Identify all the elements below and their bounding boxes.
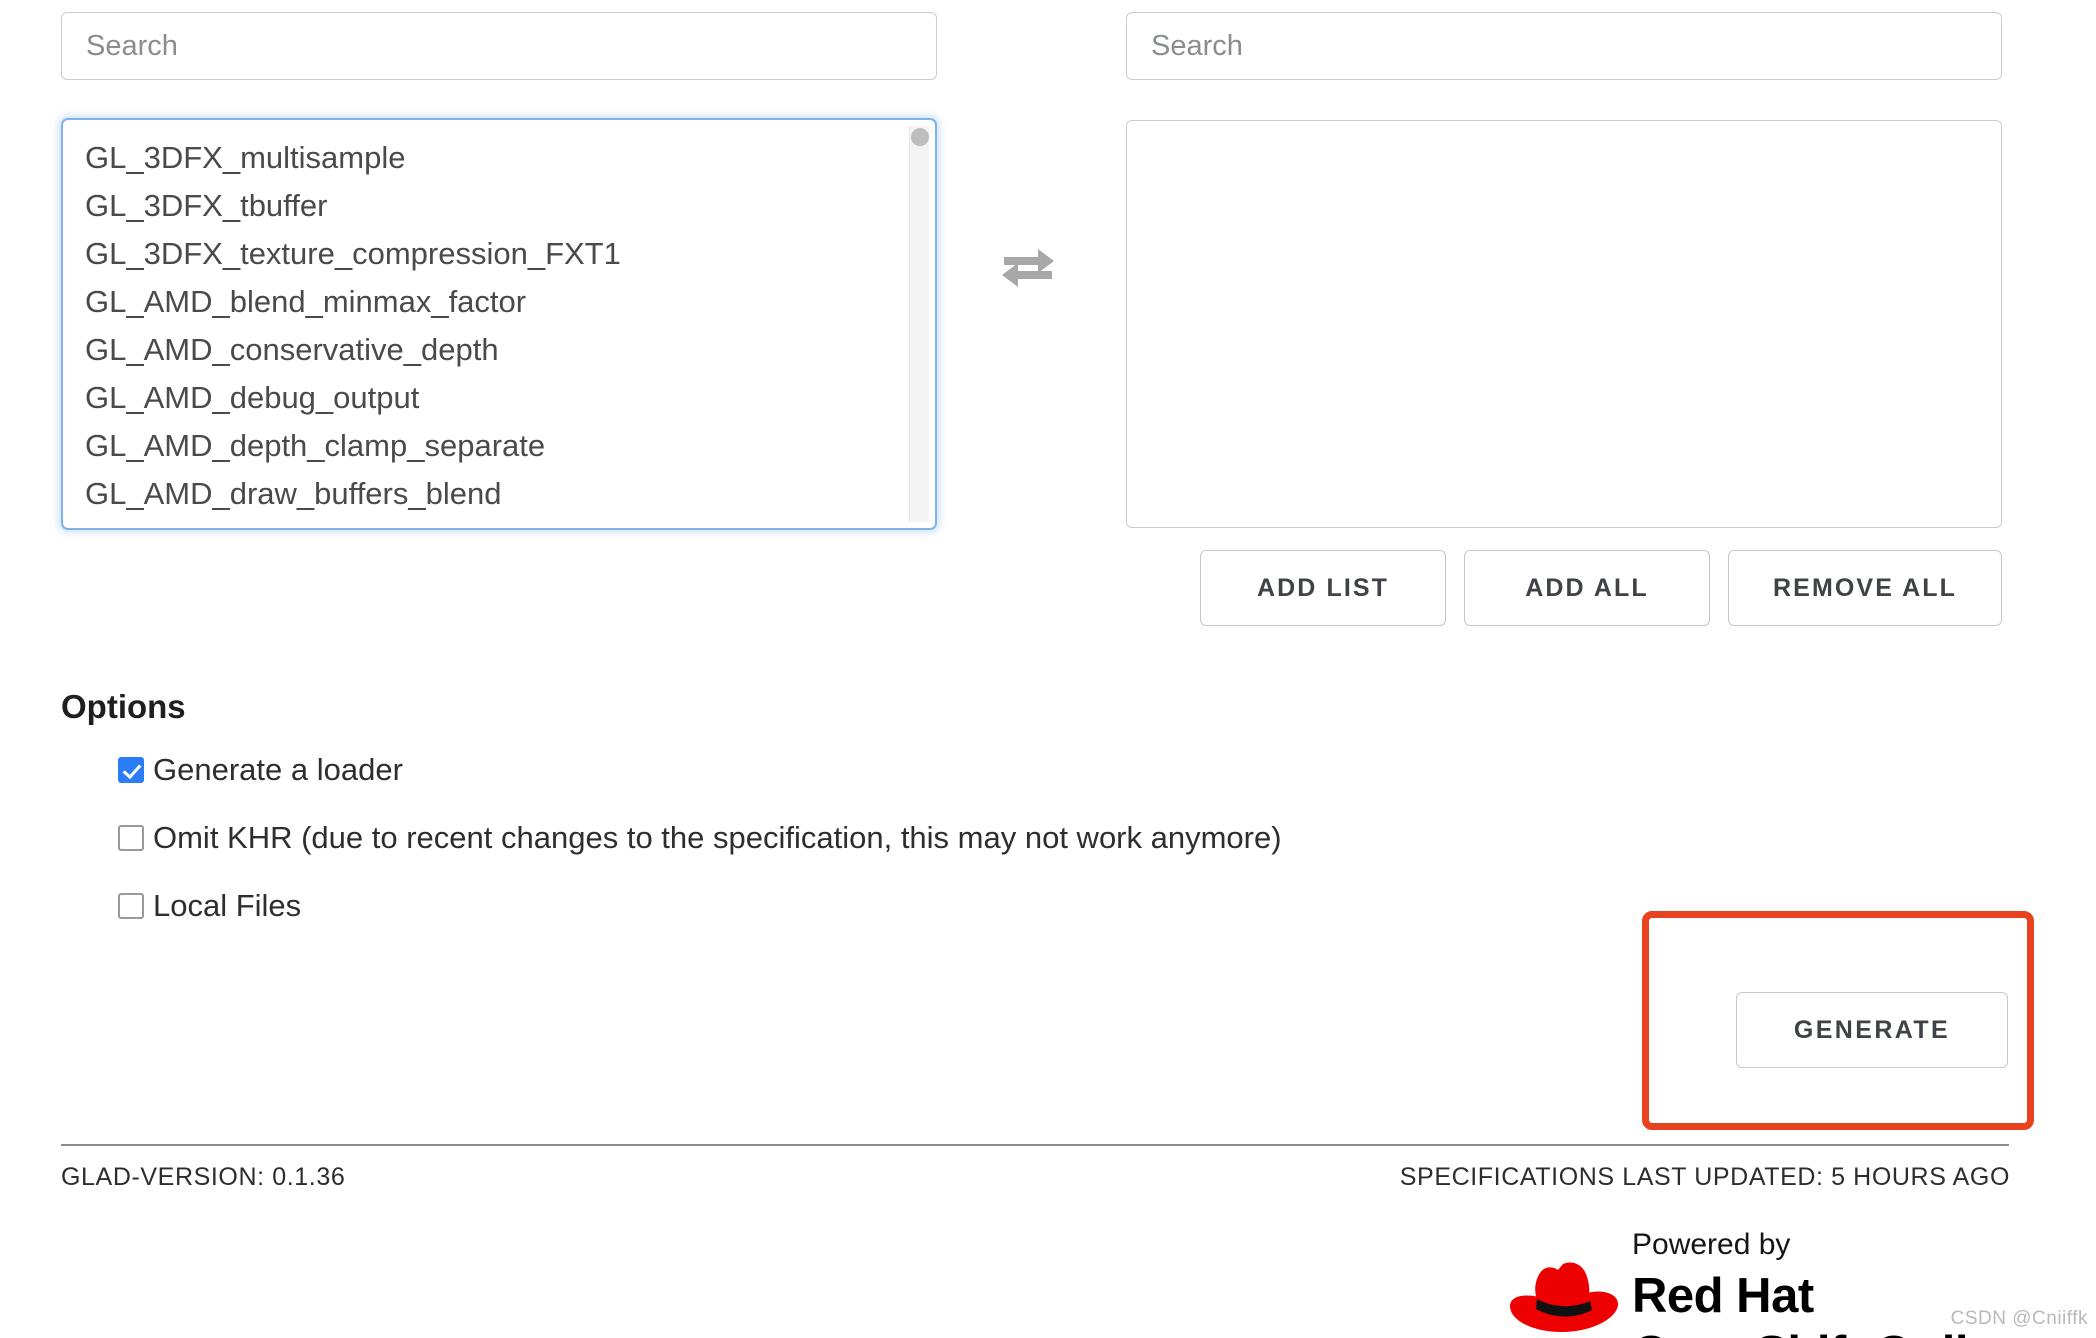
checkbox-generate-a-loader[interactable] <box>118 757 144 783</box>
option-generate-a-loader[interactable]: Generate a loader <box>118 752 403 788</box>
powered-by-label: Powered by <box>1632 1228 1791 1261</box>
list-item[interactable]: GL_3DFX_multisample <box>63 134 935 182</box>
add-all-button[interactable]: ADD ALL <box>1464 550 1710 626</box>
list-item[interactable]: GL_AMD_conservative_depth <box>63 326 935 374</box>
list-item[interactable]: GL_AMD_blend_minmax_factor <box>63 278 935 326</box>
selected-extensions-box[interactable] <box>1126 120 2002 528</box>
transfer-button-row: ADD LIST ADD ALL REMOVE ALL <box>1126 550 2002 626</box>
options-heading: Options <box>61 688 186 725</box>
red-hat-fedora-logo-icon <box>1500 1258 1626 1338</box>
extensions-list[interactable]: GL_3DFX_multisample GL_3DFX_tbuffer GL_3… <box>63 120 935 528</box>
option-label: Generate a loader <box>153 752 403 787</box>
glad-version-label: GLAD-VERSION: 0.1.36 <box>61 1163 346 1191</box>
glad-generator-page: GL_3DFX_multisample GL_3DFX_tbuffer GL_3… <box>0 0 2096 1338</box>
list-scrollbar[interactable] <box>909 126 929 522</box>
checkbox-local-files[interactable] <box>118 893 144 919</box>
list-item[interactable]: GL_AMD_framebuffer_multisample_advanced <box>63 518 935 528</box>
list-item[interactable]: GL_AMD_depth_clamp_separate <box>63 422 935 470</box>
specs-updated-label: SPECIFICATIONS LAST UPDATED: 5 HOURS AGO <box>1399 1163 2010 1191</box>
list-item[interactable]: GL_AMD_debug_output <box>63 374 935 422</box>
option-omit-khr[interactable]: Omit KHR (due to recent changes to the s… <box>118 820 1282 856</box>
option-local-files[interactable]: Local Files <box>118 888 301 924</box>
red-hat-wordmark: Red Hat <box>1632 1269 1814 1323</box>
list-item[interactable]: GL_3DFX_texture_compression_FXT1 <box>63 230 935 278</box>
search-input-extensions[interactable] <box>61 12 937 80</box>
exchange-arrows-icon <box>1000 245 1056 291</box>
option-label: Local Files <box>153 888 302 923</box>
add-list-button[interactable]: ADD LIST <box>1200 550 1446 626</box>
list-item[interactable]: GL_AMD_draw_buffers_blend <box>63 470 935 518</box>
extensions-list-box[interactable]: GL_3DFX_multisample GL_3DFX_tbuffer GL_3… <box>61 118 937 530</box>
csdn-watermark: CSDN @Cniiffk <box>1950 1308 2088 1329</box>
scrollbar-thumb[interactable] <box>911 128 929 146</box>
footer-divider <box>61 1144 2009 1146</box>
option-label: Omit KHR (due to recent changes to the s… <box>153 820 1282 855</box>
list-item[interactable]: GL_3DFX_tbuffer <box>63 182 935 230</box>
search-input-selected[interactable] <box>1126 12 2002 80</box>
checkbox-omit-khr[interactable] <box>118 825 144 851</box>
generate-button[interactable]: GENERATE <box>1736 992 2008 1068</box>
remove-all-button[interactable]: REMOVE ALL <box>1728 550 2002 626</box>
